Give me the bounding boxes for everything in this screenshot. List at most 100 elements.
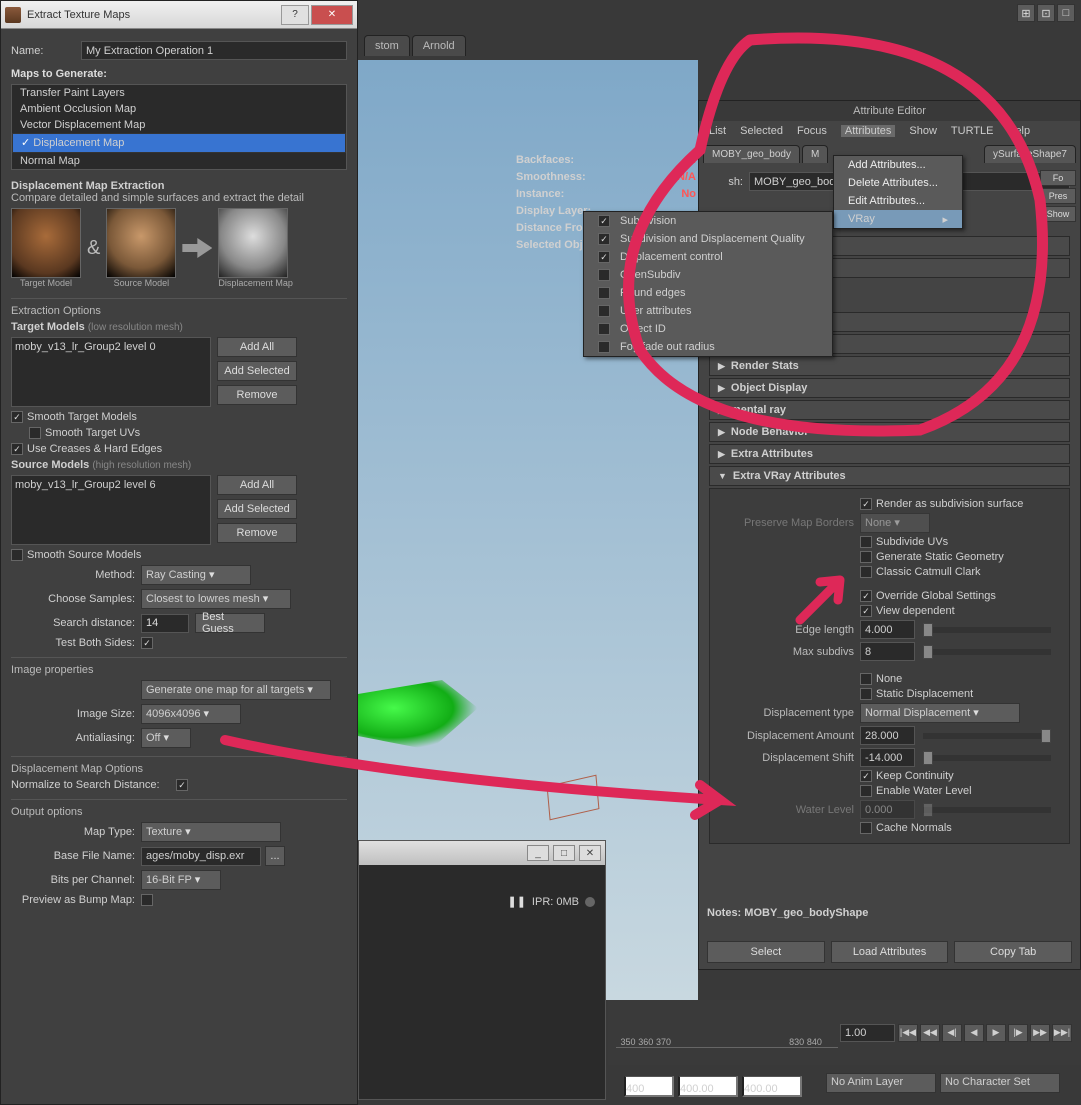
remove-button[interactable]: Remove: [217, 385, 297, 405]
section-header[interactable]: ▶Render Stats: [709, 356, 1070, 376]
vray-menu-item[interactable]: Round edges: [584, 284, 832, 302]
best-guess-button[interactable]: Best Guess: [195, 613, 265, 633]
map-item[interactable]: Ambient Occlusion Map: [12, 101, 346, 117]
override-check[interactable]: [860, 590, 872, 602]
ae-tab[interactable]: MOBY_geo_body: [703, 145, 800, 163]
samples-select[interactable]: Closest to lowres mesh ▾: [141, 589, 291, 609]
map-item[interactable]: Transfer Paint Layers: [12, 85, 346, 101]
show-button[interactable]: Show: [1040, 206, 1076, 222]
range-start-input[interactable]: [624, 1076, 674, 1097]
target-list[interactable]: moby_v13_lr_Group2 level 0: [11, 337, 211, 407]
gen-static-check[interactable]: [860, 551, 872, 563]
close-button[interactable]: ✕: [311, 5, 353, 25]
bits-select[interactable]: 16-Bit FP ▾: [141, 870, 221, 890]
rewind-start-icon[interactable]: |◀◀: [898, 1024, 918, 1042]
ipr-titlebar[interactable]: _ □ ✕: [359, 841, 605, 865]
add-selected-button[interactable]: Add Selected: [217, 499, 297, 519]
dispshift-input[interactable]: [860, 748, 915, 767]
add-all-button[interactable]: Add All: [217, 475, 297, 495]
vray-menu-item[interactable]: Subdivision and Displacement Quality: [584, 230, 832, 248]
maptype-select[interactable]: Texture ▾: [141, 822, 281, 842]
static-disp-check[interactable]: [860, 688, 872, 700]
copy-tab-button[interactable]: Copy Tab: [954, 941, 1072, 963]
time-ruler[interactable]: 350 360 370 830 840: [616, 1018, 838, 1048]
section-header[interactable]: ▶Extra Attributes: [709, 444, 1070, 464]
shelf-tab[interactable]: Arnold: [412, 35, 466, 56]
vray-menu-item[interactable]: Object ID: [584, 320, 832, 338]
menu-attributes[interactable]: Attributes: [841, 125, 895, 137]
creases-check[interactable]: [11, 443, 23, 455]
disptype-select[interactable]: Normal Displacement ▾: [860, 703, 1020, 723]
map-item[interactable]: Normal Map: [12, 153, 346, 169]
section-header[interactable]: ▶Node Behavior: [709, 422, 1070, 442]
play-icon[interactable]: ▶: [986, 1024, 1006, 1042]
smooth-target-check[interactable]: [11, 411, 23, 423]
source-list[interactable]: moby_v13_lr_Group2 level 6: [11, 475, 211, 545]
char-set-select[interactable]: No Character Set: [940, 1073, 1060, 1093]
play-back-icon[interactable]: ◀: [964, 1024, 984, 1042]
menu-help[interactable]: Help: [1008, 125, 1031, 137]
minimize-icon[interactable]: _: [527, 845, 549, 861]
load-attributes-button[interactable]: Load Attributes: [831, 941, 949, 963]
toolbar-icon[interactable]: ⊞: [1017, 4, 1035, 22]
classic-check[interactable]: [860, 566, 872, 578]
smooth-source-check[interactable]: [11, 549, 23, 561]
aa-select[interactable]: Off ▾: [141, 728, 191, 748]
menu-selected[interactable]: Selected: [740, 125, 783, 137]
section-header[interactable]: ▶mental ray: [709, 400, 1070, 420]
focus-button[interactable]: Fo: [1040, 170, 1076, 186]
name-input[interactable]: [81, 41, 347, 60]
toolbar-icon[interactable]: ⊡: [1037, 4, 1055, 22]
shelf-tab[interactable]: stom: [364, 35, 410, 56]
keepcont-check[interactable]: [860, 770, 872, 782]
close-icon[interactable]: ✕: [579, 845, 601, 861]
browse-button[interactable]: ...: [265, 846, 285, 866]
menu-list[interactable]: List: [709, 125, 726, 137]
render-subdiv-check[interactable]: [860, 498, 872, 510]
maps-list[interactable]: Transfer Paint Layers Ambient Occlusion …: [11, 84, 347, 170]
edge-length-input[interactable]: [860, 620, 915, 639]
timeline[interactable]: 350 360 370 830 840 |◀◀ ◀◀ ◀| ◀ ▶ |▶ ▶▶ …: [608, 1000, 1081, 1065]
menu-item[interactable]: Add Attributes...: [834, 156, 962, 174]
maximize-icon[interactable]: □: [553, 845, 575, 861]
water-check[interactable]: [860, 785, 872, 797]
basefile-input[interactable]: [141, 847, 261, 866]
add-selected-button[interactable]: Add Selected: [217, 361, 297, 381]
toolbar-icon[interactable]: □: [1057, 4, 1075, 22]
pause-icon[interactable]: ❚❚: [507, 895, 525, 908]
preview-bump-check[interactable]: [141, 894, 153, 906]
section-header[interactable]: ▶Object Display: [709, 378, 1070, 398]
menu-item[interactable]: Delete Attributes...: [834, 174, 962, 192]
remove-button[interactable]: Remove: [217, 523, 297, 543]
menu-item-vray[interactable]: VRay▸: [834, 210, 962, 228]
none-check[interactable]: [860, 673, 872, 685]
test-both-check[interactable]: [141, 637, 153, 649]
ae-tab[interactable]: ySurfaceShape7: [984, 145, 1076, 163]
anim-layer-select[interactable]: No Anim Layer: [826, 1073, 936, 1093]
vray-menu-item[interactable]: User attributes: [584, 302, 832, 320]
range-out-input[interactable]: [742, 1076, 802, 1097]
vray-menu-item[interactable]: Fog fade out radius: [584, 338, 832, 356]
vray-menu-item[interactable]: Displacement control: [584, 248, 832, 266]
step-back-icon[interactable]: ◀|: [942, 1024, 962, 1042]
map-item[interactable]: Vector Displacement Map: [12, 117, 346, 133]
cache-check[interactable]: [860, 822, 872, 834]
maxsub-slider[interactable]: [923, 649, 1051, 655]
vray-menu-item[interactable]: OpenSubdiv: [584, 266, 832, 284]
map-item-selected[interactable]: ✓ Displacement Map: [12, 133, 346, 153]
current-frame-input[interactable]: [840, 1024, 895, 1042]
dispamt-input[interactable]: [860, 726, 915, 745]
dispshift-slider[interactable]: [923, 755, 1051, 761]
fwd-icon[interactable]: ▶▶: [1030, 1024, 1050, 1042]
help-button[interactable]: ?: [281, 5, 309, 25]
menu-focus[interactable]: Focus: [797, 125, 827, 137]
menu-turtle[interactable]: TURTLE: [951, 125, 994, 137]
normalize-check[interactable]: [176, 779, 188, 791]
range-in-input[interactable]: [678, 1076, 738, 1097]
select-button[interactable]: Select: [707, 941, 825, 963]
fwd-end-icon[interactable]: ▶▶|: [1052, 1024, 1072, 1042]
gen-map-select[interactable]: Generate one map for all targets ▾: [141, 680, 331, 700]
ae-tab[interactable]: M: [802, 145, 828, 163]
vray-menu-item[interactable]: Subdivision: [584, 212, 832, 230]
menu-item[interactable]: Edit Attributes...: [834, 192, 962, 210]
